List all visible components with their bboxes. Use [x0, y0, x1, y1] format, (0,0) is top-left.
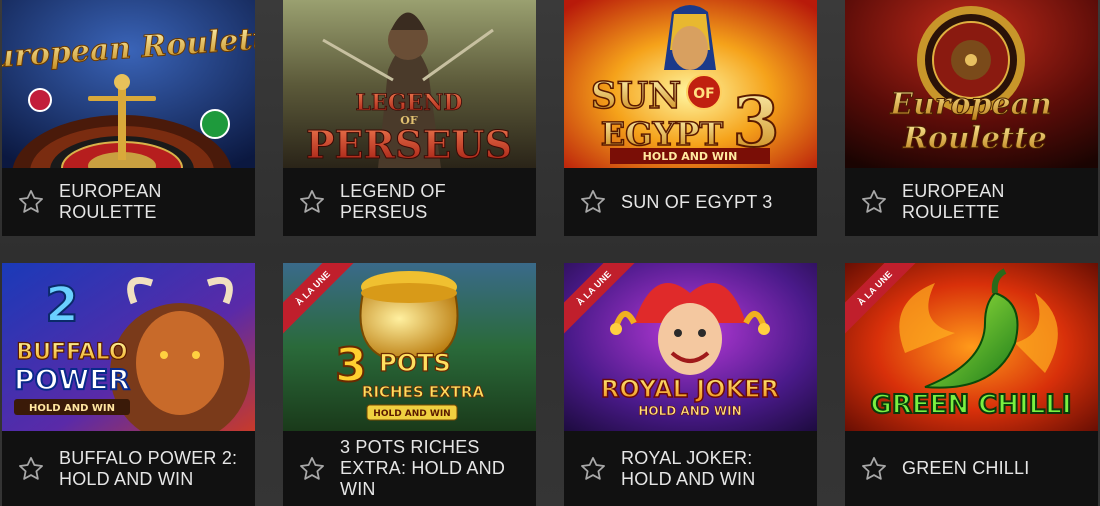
- art-title-top: POTS: [379, 349, 451, 377]
- art-title-top: European: [889, 87, 1052, 122]
- art-title-bottom: POWER: [14, 363, 130, 396]
- game-title[interactable]: EUROPEAN ROULETTE: [59, 181, 187, 223]
- game-title[interactable]: SUN OF EGYPT 3: [621, 192, 799, 213]
- star-outline-icon[interactable]: [860, 455, 888, 483]
- art-title-top: GREEN CHILLI: [870, 390, 1071, 420]
- game-card[interactable]: European Roulette EUROPEAN ROULETTE: [845, 0, 1098, 236]
- art-title-of: OF: [693, 86, 714, 102]
- game-card[interactable]: 2 BUFFALO POWER HOLD AND WIN BUFFALO POW…: [2, 263, 255, 506]
- game-info-bar: ROYAL JOKER: HOLD AND WIN: [564, 431, 817, 506]
- art-title-bottom: Roulette: [902, 121, 1047, 156]
- star-outline-icon[interactable]: [298, 188, 326, 216]
- game-thumbnail[interactable]: 2 BUFFALO POWER HOLD AND WIN: [2, 263, 255, 431]
- game-info-bar: EUROPEAN ROULETTE: [845, 168, 1098, 236]
- game-grid: European Roulette EUROPEAN ROULETTE LEGE…: [0, 0, 1100, 506]
- art-subtitle: HOLD AND WIN: [638, 404, 741, 418]
- game-thumbnail[interactable]: GREEN CHILLI À LA UNE: [845, 263, 1098, 431]
- art-subtitle: HOLD AND WIN: [643, 150, 738, 163]
- star-outline-icon[interactable]: [17, 455, 45, 483]
- game-thumbnail[interactable]: European Roulette: [2, 0, 255, 168]
- art-title-bottom: RICHES EXTRA: [362, 383, 485, 401]
- art-title-top: ROYAL JOKER: [601, 375, 779, 403]
- game-card[interactable]: European Roulette EUROPEAN ROULETTE: [2, 0, 255, 236]
- game-card[interactable]: SUN OF EGYPT 3 HOLD AND WIN SUN OF EGYPT…: [564, 0, 817, 236]
- art-title-bottom: PERSEUS: [306, 122, 512, 167]
- art-title-top: BUFFALO: [16, 340, 127, 365]
- game-title[interactable]: EUROPEAN ROULETTE: [902, 181, 1030, 223]
- game-card[interactable]: ROYAL JOKER HOLD AND WIN À LA UNE ROYAL …: [564, 263, 817, 506]
- game-card[interactable]: LEGEND OF PERSEUS LEGEND OF PERSEUS: [283, 0, 536, 236]
- game-info-bar: GREEN CHILLI: [845, 431, 1098, 506]
- game-title[interactable]: ROYAL JOKER: HOLD AND WIN: [621, 448, 789, 490]
- game-card[interactable]: GREEN CHILLI À LA UNE GREEN CHILLI: [845, 263, 1098, 506]
- star-outline-icon[interactable]: [860, 188, 888, 216]
- game-title[interactable]: 3 POTS RICHES EXTRA: HOLD AND WIN: [340, 437, 528, 500]
- game-info-bar: 3 POTS RICHES EXTRA: HOLD AND WIN: [283, 431, 536, 506]
- star-outline-icon[interactable]: [579, 455, 607, 483]
- art-title-number: 2: [45, 277, 78, 333]
- art-subtitle: HOLD AND WIN: [29, 403, 115, 414]
- game-title[interactable]: BUFFALO POWER 2: HOLD AND WIN: [59, 448, 247, 490]
- art-title-top: LEGEND: [356, 90, 463, 116]
- game-thumbnail[interactable]: 3 POTS RICHES EXTRA HOLD AND WIN À LA UN…: [283, 263, 536, 431]
- game-thumbnail[interactable]: LEGEND OF PERSEUS: [283, 0, 536, 168]
- art-subtitle: HOLD AND WIN: [373, 409, 450, 419]
- game-info-bar: EUROPEAN ROULETTE: [2, 168, 255, 236]
- game-info-bar: LEGEND OF PERSEUS: [283, 168, 536, 236]
- star-outline-icon[interactable]: [298, 455, 326, 483]
- game-card[interactable]: 3 POTS RICHES EXTRA HOLD AND WIN À LA UN…: [283, 263, 536, 506]
- game-thumbnail[interactable]: SUN OF EGYPT 3 HOLD AND WIN: [564, 0, 817, 168]
- game-info-bar: SUN OF EGYPT 3: [564, 168, 817, 236]
- star-outline-icon[interactable]: [17, 188, 45, 216]
- game-thumbnail[interactable]: ROYAL JOKER HOLD AND WIN À LA UNE: [564, 263, 817, 431]
- game-title[interactable]: GREEN CHILLI: [902, 458, 1080, 479]
- game-title[interactable]: LEGEND OF PERSEUS: [340, 181, 478, 223]
- art-title-bottom: EGYPT: [601, 115, 724, 153]
- game-thumbnail[interactable]: European Roulette: [845, 0, 1098, 168]
- star-outline-icon[interactable]: [579, 188, 607, 216]
- game-info-bar: BUFFALO POWER 2: HOLD AND WIN: [2, 431, 255, 506]
- art-title-top: SUN: [591, 75, 681, 117]
